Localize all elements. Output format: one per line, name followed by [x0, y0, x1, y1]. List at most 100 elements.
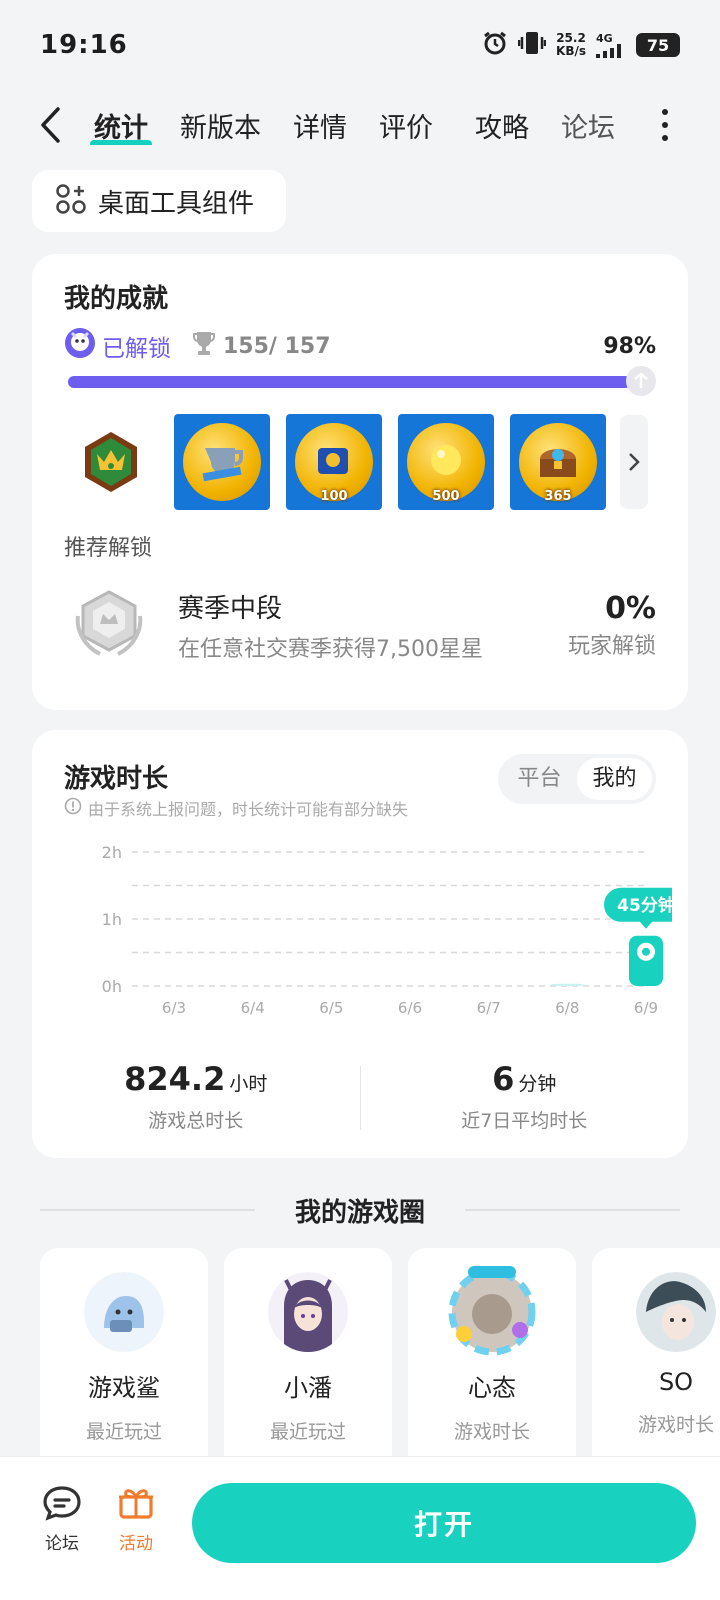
chart-bar: [550, 983, 585, 986]
status-bar: 19:16 25.2 KB/s 4G 75: [0, 0, 720, 90]
avatar: [636, 1272, 716, 1352]
friend-status: 游戏时长: [637, 1414, 714, 1436]
friend-list: 游戏鲨 最近玩过 小潘 最近玩过 心态 游戏时长 SO 游戏时长: [40, 1248, 720, 1458]
chat-bubble-icon: [43, 1486, 81, 1521]
achievements-card: 我的成就 已解锁 155/ 157 98% 100 500 365 推荐解锁 赛…: [32, 254, 688, 710]
recommended-desc: 在任意社交赛季获得7,500星星: [178, 636, 483, 662]
segment-platform[interactable]: 平台: [502, 758, 577, 800]
tab-forum[interactable]: 论坛: [545, 106, 631, 145]
avg-playtime: 6 分钟 近7日平均时长: [361, 1060, 689, 1140]
network-type: 4G: [596, 31, 613, 45]
chart-x-tick-label: 6/6: [398, 999, 422, 1017]
status-icons: 25.2 KB/s 4G 75: [482, 30, 680, 60]
more-icon[interactable]: [650, 109, 680, 141]
chest-badge-icon[interactable]: 365: [510, 414, 606, 510]
trophy-count: 155/ 157: [193, 330, 331, 362]
game-circle-header: 我的游戏圈: [40, 1190, 681, 1230]
achievement-progress-fill: [68, 376, 631, 388]
badges-next-button[interactable]: [620, 415, 648, 509]
segment-mine[interactable]: 我的: [577, 758, 652, 800]
total-playtime-label: 游戏总时长: [148, 1110, 244, 1132]
vibrate-icon: [517, 30, 547, 60]
recommended-stats: 0% 玩家解锁: [568, 591, 656, 660]
friend-name: 游戏鲨: [88, 1374, 160, 1402]
activity-button[interactable]: 活动: [106, 1485, 166, 1554]
alarm-icon: [482, 30, 508, 60]
back-icon[interactable]: [30, 105, 70, 145]
avatar: [268, 1272, 348, 1352]
widget-button-label: 桌面工具组件: [98, 188, 255, 219]
badge-row: 100 500 365: [64, 414, 656, 510]
status-time: 19:16: [40, 30, 128, 60]
chart-x-tick-label: 6/3: [162, 999, 186, 1017]
total-playtime: 824.2 小时 游戏总时长: [32, 1060, 360, 1140]
trophy-icon: [193, 330, 215, 362]
cards-badge-icon[interactable]: 100: [286, 414, 382, 510]
chart-x-tick-label: 6/5: [319, 999, 343, 1017]
chart-x-tick-label: 6/9: [634, 999, 658, 1017]
friend-card[interactable]: 游戏鲨 最近玩过: [40, 1248, 208, 1458]
silver-laurel-badge-icon: [64, 580, 154, 670]
friend-name: 心态: [468, 1374, 516, 1402]
recommended-achievement[interactable]: 赛季中段 在任意社交赛季获得7,500星星 0% 玩家解锁: [64, 580, 656, 670]
cup-badge-icon[interactable]: [174, 414, 270, 510]
chart-bar-marker-dot: [642, 947, 650, 956]
chart-value-label: 45分钟: [617, 895, 672, 916]
unlock-summary: 已解锁 155/ 157 98%: [64, 328, 656, 364]
top-nav: 统计 新版本 详情 评价 4733 攻略 论坛: [0, 95, 720, 155]
tab-details[interactable]: 详情: [277, 106, 363, 145]
activity-label: 活动: [119, 1534, 153, 1554]
achievements-title: 我的成就: [64, 284, 169, 314]
info-icon: [64, 797, 82, 819]
playtime-summary: 824.2 小时 游戏总时长 6 分钟 近7日平均时长: [32, 1060, 688, 1140]
unlocked-indicator: 已解锁: [64, 327, 171, 365]
tab-stats[interactable]: 统计: [78, 106, 164, 145]
recommended-percent: 0%: [605, 590, 656, 626]
balloon-badge-icon[interactable]: 500: [398, 414, 494, 510]
gift-icon: [119, 1489, 153, 1519]
forum-button[interactable]: 论坛: [32, 1485, 92, 1554]
desktop-widget-button[interactable]: 桌面工具组件: [32, 170, 286, 232]
divider-line: [465, 1209, 681, 1211]
trophy-count-value: 155/ 157: [223, 333, 331, 359]
friend-status: 最近玩过: [85, 1421, 162, 1443]
badge-number: 500: [432, 489, 460, 504]
friend-card[interactable]: 心态 游戏时长: [408, 1248, 576, 1458]
avg-playtime-unit: 分钟: [518, 1073, 557, 1095]
friend-card[interactable]: 小潘 最近玩过: [224, 1248, 392, 1458]
divider-line: [40, 1209, 255, 1211]
friend-status: 游戏时长: [453, 1421, 530, 1443]
tab-bar: 统计 新版本 详情 评价 4733 攻略 论坛: [78, 106, 650, 145]
avg-playtime-value: 6: [492, 1060, 515, 1098]
badge-number: 365: [544, 489, 572, 504]
tab-reviews-label: 评价: [379, 112, 433, 144]
friend-status: 最近玩过: [269, 1421, 346, 1443]
friend-card[interactable]: SO 游戏时长: [592, 1248, 720, 1458]
playtime-note: 由于系统上报问题，时长统计可能有部分缺失: [64, 796, 408, 820]
friend-name: 小潘: [284, 1374, 332, 1402]
game-circle-title: 我的游戏圈: [295, 1197, 426, 1228]
tab-guides[interactable]: 攻略: [459, 106, 545, 145]
forum-label: 论坛: [45, 1534, 79, 1554]
widget-grid-icon: [56, 184, 86, 218]
bottom-action-bar: 论坛 活动 打开: [0, 1456, 720, 1600]
avg-playtime-label: 近7日平均时长: [461, 1110, 588, 1132]
tab-new-version[interactable]: 新版本: [164, 106, 277, 145]
chart-x-tick-label: 6/8: [555, 999, 579, 1017]
chart-y-tick-label: 2h: [102, 843, 122, 862]
unlocked-label: 已解锁: [102, 336, 171, 362]
avatar: [448, 1266, 536, 1356]
total-playtime-value: 824.2: [124, 1060, 226, 1098]
speed-unit: KB/s: [556, 44, 586, 58]
mascot-icon: [64, 327, 96, 365]
playtime-segment-control: 平台 我的: [498, 754, 656, 804]
chart-y-tick-label: 1h: [102, 910, 122, 929]
chart-x-tick-label: 6/4: [241, 999, 265, 1017]
playtime-card: 游戏时长 平台 我的 由于系统上报问题，时长统计可能有部分缺失 2h 1h 0h 6/…: [32, 730, 688, 1158]
playtime-chart: 2h 1h 0h 6/3 6/4 6/5 6/6 6/7 6/8 45分钟 6/9: [102, 843, 672, 1017]
badge-number: 100: [320, 489, 348, 504]
tab-reviews[interactable]: 评价 4733: [363, 106, 449, 145]
crown-badge-icon[interactable]: [64, 415, 158, 509]
achievement-progress-track: [68, 376, 642, 388]
open-game-button[interactable]: 打开: [192, 1483, 696, 1563]
